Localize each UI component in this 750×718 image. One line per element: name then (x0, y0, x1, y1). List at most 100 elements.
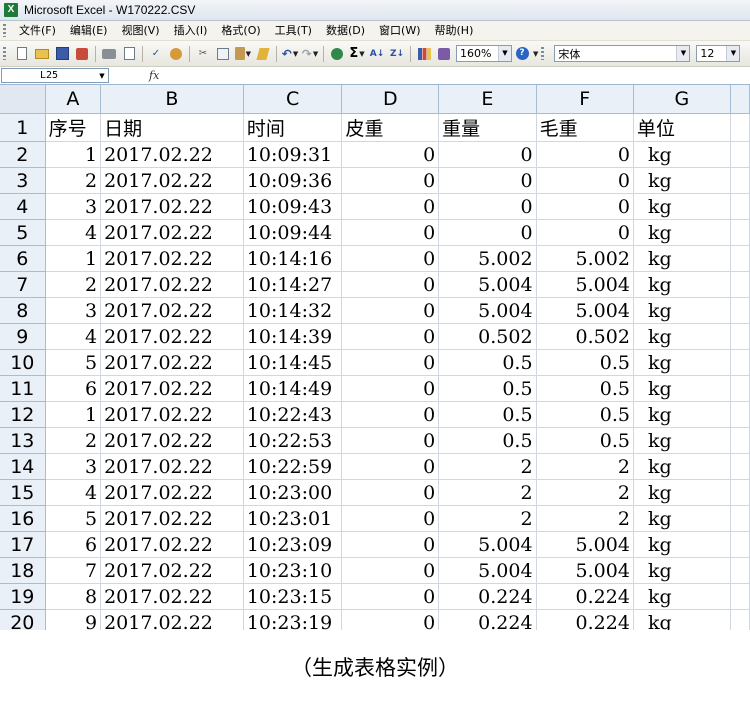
cell-overflow[interactable] (730, 323, 750, 350)
row-header[interactable]: 5 (0, 219, 46, 246)
cell[interactable]: 10:23:01 (243, 505, 343, 532)
cell[interactable]: 单位 (633, 113, 731, 142)
cell[interactable]: 2 (536, 453, 634, 480)
cell[interactable]: 3 (45, 453, 102, 480)
cell[interactable]: 0.224 (536, 609, 634, 630)
column-header-overflow[interactable] (730, 85, 750, 114)
cell-overflow[interactable] (730, 453, 750, 480)
cell[interactable]: 毛重 (536, 113, 634, 142)
cell-overflow[interactable] (730, 479, 750, 506)
row-header[interactable]: 16 (0, 505, 46, 532)
cell[interactable]: 0 (341, 219, 440, 246)
cell-overflow[interactable] (730, 349, 750, 376)
cell[interactable]: 0.5 (438, 401, 537, 428)
cell[interactable]: 7 (45, 557, 102, 584)
row-header[interactable]: 1 (0, 113, 46, 142)
cell[interactable]: 0 (536, 219, 634, 246)
cell[interactable]: 0.224 (438, 583, 537, 610)
row-header[interactable]: 4 (0, 193, 46, 220)
cell-overflow[interactable] (730, 245, 750, 272)
cell[interactable]: 2 (438, 479, 537, 506)
chevron-down-icon[interactable]: ▼ (726, 46, 740, 61)
cell[interactable]: kg (633, 583, 731, 610)
hyperlink-button[interactable] (329, 46, 345, 62)
cell[interactable]: 0.5 (536, 401, 634, 428)
cell[interactable]: 0.502 (438, 323, 537, 350)
cell[interactable]: 日期 (100, 113, 244, 142)
column-header[interactable]: B (100, 85, 244, 114)
cell[interactable]: 0.224 (438, 609, 537, 630)
cell-overflow[interactable] (730, 113, 750, 142)
cell[interactable]: 2017.02.22 (100, 141, 244, 168)
cell[interactable]: 10:23:19 (243, 609, 343, 630)
redo-button[interactable]: ↷ ▼ (302, 46, 318, 62)
cell[interactable]: 0 (341, 141, 440, 168)
cell[interactable]: 0 (341, 609, 440, 630)
cell[interactable]: 1 (45, 141, 102, 168)
cell[interactable]: 5.004 (536, 557, 634, 584)
cell[interactable]: kg (633, 167, 731, 194)
cell-overflow[interactable] (730, 531, 750, 558)
cell[interactable]: 2017.02.22 (100, 583, 244, 610)
cell[interactable]: 10:22:43 (243, 401, 343, 428)
cell[interactable]: 10:23:09 (243, 531, 343, 558)
cell[interactable]: 5.004 (438, 531, 537, 558)
cell[interactable]: 0 (536, 193, 634, 220)
cell[interactable]: 0.5 (536, 427, 634, 454)
cell[interactable]: 序号 (45, 113, 102, 142)
cell[interactable]: 10:23:00 (243, 479, 343, 506)
new-button[interactable] (14, 46, 30, 62)
cell[interactable]: 10:14:32 (243, 297, 343, 324)
cell[interactable]: 重量 (438, 113, 537, 142)
paste-button[interactable]: ▼ (235, 46, 251, 62)
cell[interactable]: 3 (45, 297, 102, 324)
cell[interactable]: 10:09:36 (243, 167, 343, 194)
cell[interactable]: 0 (341, 349, 440, 376)
chevron-down-icon[interactable]: ▼ (498, 46, 511, 61)
cell[interactable]: kg (633, 479, 731, 506)
cell-overflow[interactable] (730, 583, 750, 610)
drawing-button[interactable] (436, 46, 452, 62)
copy-button[interactable] (215, 46, 231, 62)
cell[interactable]: 10:22:59 (243, 453, 343, 480)
cell[interactable]: 2017.02.22 (100, 505, 244, 532)
cell[interactable]: 2 (45, 271, 102, 298)
cell[interactable]: 10:22:53 (243, 427, 343, 454)
menu-insert[interactable]: 插入(I) (167, 21, 215, 40)
print-preview-button[interactable] (121, 46, 137, 62)
cell[interactable]: 0.5 (536, 349, 634, 376)
sort-descending-button[interactable]: Z↓ (389, 46, 405, 62)
cell[interactable]: kg (633, 219, 731, 246)
cell[interactable]: kg (633, 297, 731, 324)
column-header[interactable]: C (243, 85, 343, 114)
cell[interactable]: 0 (341, 479, 440, 506)
cell[interactable]: kg (633, 531, 731, 558)
cell[interactable]: 2 (536, 505, 634, 532)
row-header[interactable]: 2 (0, 141, 46, 168)
cell[interactable]: 2 (438, 453, 537, 480)
cell[interactable]: kg (633, 375, 731, 402)
chevron-down-icon[interactable]: ▼ (96, 72, 108, 80)
cell[interactable]: 2017.02.22 (100, 167, 244, 194)
cell[interactable]: 0 (341, 505, 440, 532)
cell[interactable]: 4 (45, 219, 102, 246)
cell[interactable]: kg (633, 141, 731, 168)
cell[interactable]: kg (633, 271, 731, 298)
cell[interactable]: kg (633, 427, 731, 454)
cell[interactable]: kg (633, 505, 731, 532)
cell[interactable]: 10:23:15 (243, 583, 343, 610)
cell-overflow[interactable] (730, 167, 750, 194)
print-button[interactable] (101, 46, 117, 62)
cell[interactable]: 8 (45, 583, 102, 610)
cell-overflow[interactable] (730, 375, 750, 402)
cell[interactable]: 0.5 (438, 427, 537, 454)
cell[interactable]: 0 (438, 219, 537, 246)
cell[interactable]: 时间 (243, 113, 343, 142)
column-header[interactable]: D (341, 85, 440, 114)
cell-overflow[interactable] (730, 557, 750, 584)
name-box[interactable]: L25 ▼ (1, 68, 109, 83)
cell[interactable]: 0 (341, 297, 440, 324)
row-header[interactable]: 10 (0, 349, 46, 376)
column-header[interactable]: F (536, 85, 634, 114)
cell[interactable]: 10:14:27 (243, 271, 343, 298)
